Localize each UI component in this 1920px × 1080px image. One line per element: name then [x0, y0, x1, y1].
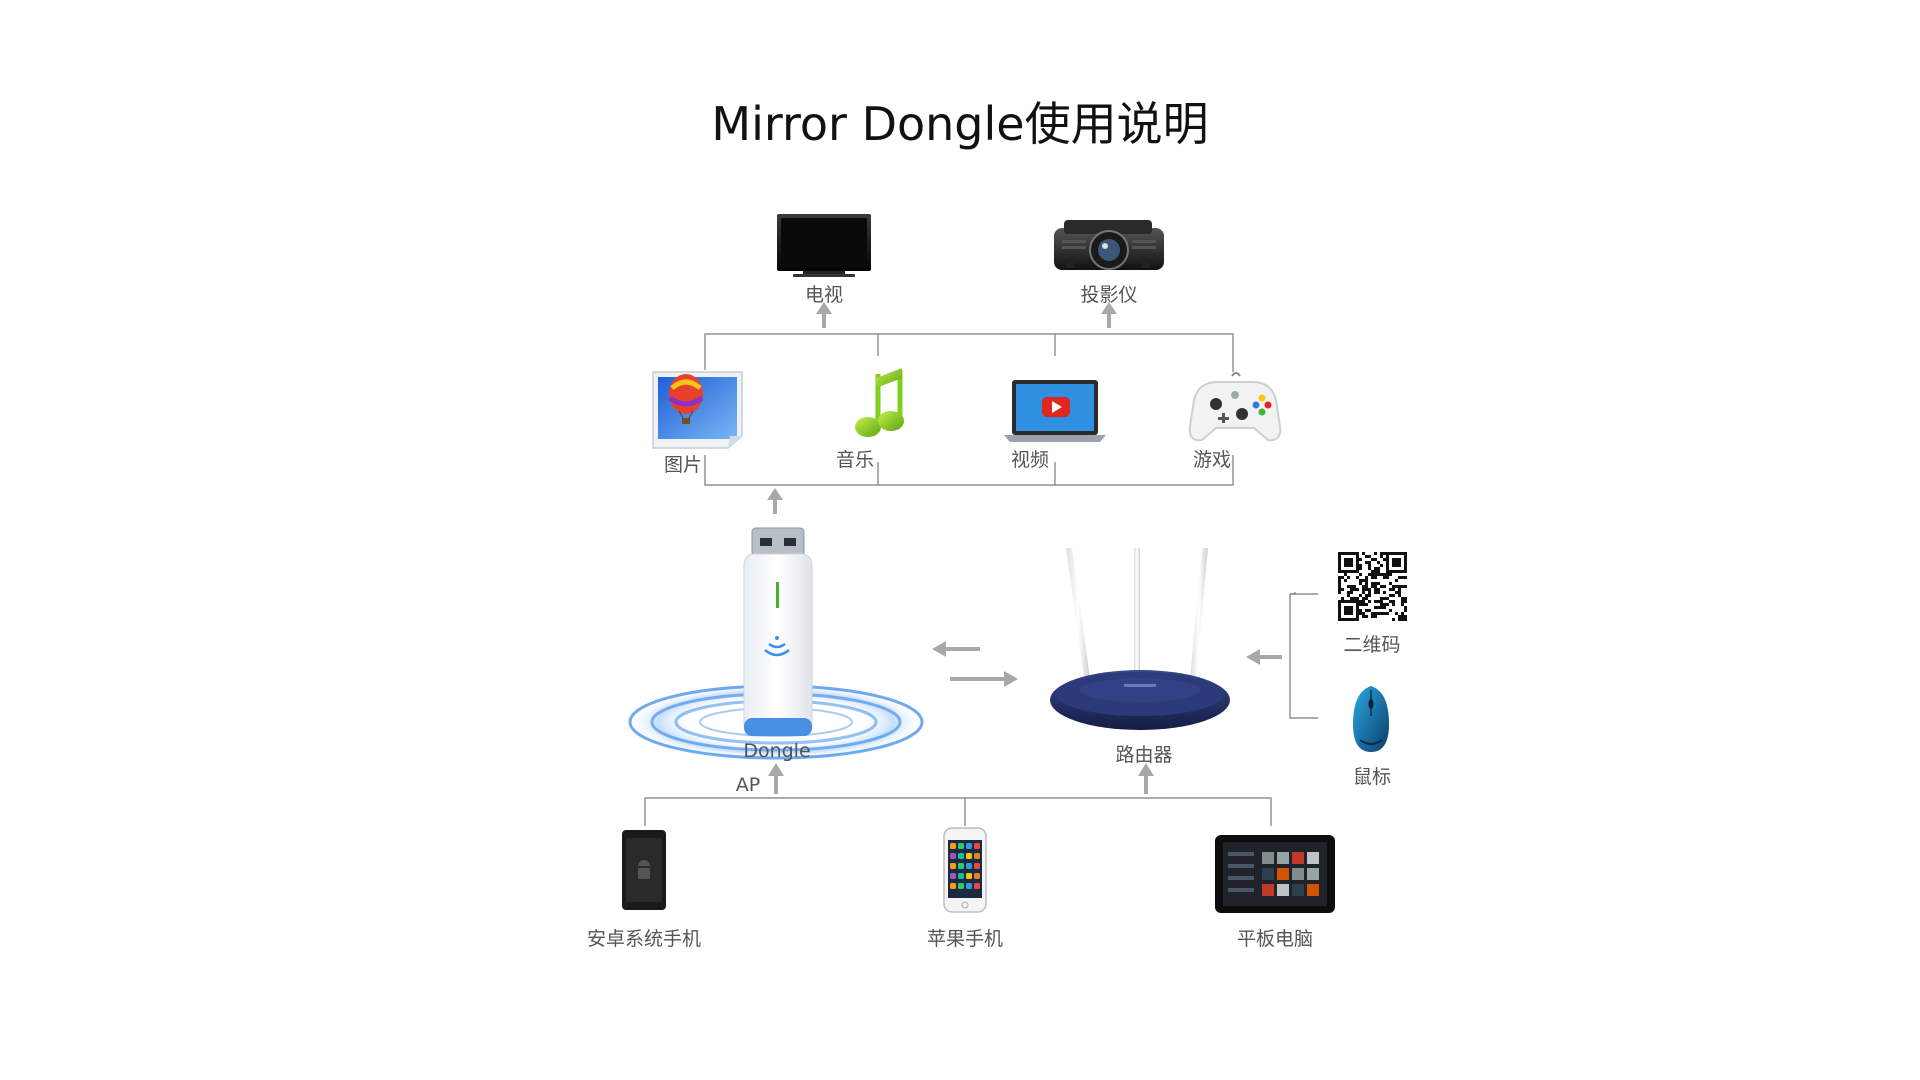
music-label: 音乐: [835, 449, 874, 471]
tablet-icon: [1215, 835, 1335, 913]
projector-label: 投影仪: [1080, 284, 1138, 306]
router-label: 路由器: [1115, 744, 1173, 766]
tv-label: 电视: [804, 284, 843, 306]
iphone-label: 苹果手机: [926, 928, 1003, 950]
mouse-icon: [1353, 686, 1389, 752]
arrow-right-to-router: [950, 671, 1018, 687]
source-bracket: [644, 797, 1272, 826]
qrcode-label: 二维码: [1343, 634, 1401, 656]
diagram: Mirror Dongle使用说明 电视 投影仪 图片 音乐 视频 游戏 Don…: [0, 0, 1920, 1080]
control-bracket: [1289, 594, 1318, 719]
projector-icon: [1054, 220, 1164, 270]
arrow-up-media: [767, 488, 783, 514]
dongle-label: Dongle: [743, 740, 811, 762]
tv-icon: [777, 214, 871, 277]
qrcode-icon: [1336, 550, 1409, 623]
tablet-label: 平板电脑: [1236, 928, 1313, 950]
router-icon: [1050, 548, 1230, 730]
iphone-icon: [943, 827, 987, 913]
arrow-left-to-router-control: [1246, 649, 1282, 665]
media-bottom-bracket: [704, 455, 1234, 486]
arrow-left-to-dongle: [932, 641, 980, 657]
android-phone-icon: [622, 830, 666, 910]
top-bracket: [704, 333, 1234, 372]
android-label: 安卓系统手机: [586, 928, 701, 950]
photo-label: 图片: [663, 454, 702, 476]
music-icon: [855, 368, 904, 437]
game-controller-icon: [1188, 372, 1282, 442]
game-label: 游戏: [1192, 449, 1231, 471]
arrow-up-router: [1138, 763, 1154, 794]
dongle-icon: [743, 527, 813, 736]
video-label: 视频: [1010, 449, 1049, 471]
arrow-up-dongle: [768, 763, 784, 794]
video-icon: [1004, 380, 1106, 442]
ap-label: AP: [735, 774, 761, 796]
photo-icon: [652, 371, 743, 449]
diagram-canvas: [622, 214, 1409, 913]
mouse-label: 鼠标: [1352, 766, 1391, 788]
